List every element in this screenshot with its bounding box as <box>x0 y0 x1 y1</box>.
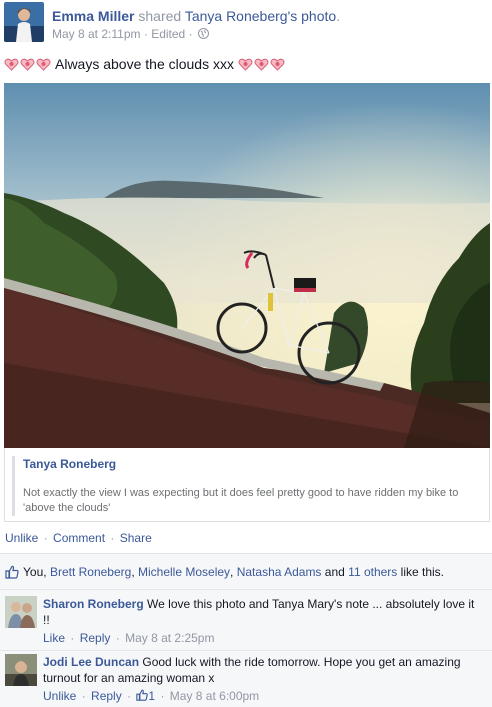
comment-meta: Like · Reply · May 8 at 2:25pm <box>43 630 483 646</box>
comment-like-link[interactable]: Like <box>43 631 65 645</box>
post-header-line: Emma Miller shared Tanya Roneberg's phot… <box>52 8 340 24</box>
action-separator: · <box>110 531 115 545</box>
comment-timestamp[interactable]: May 8 at 2:25pm <box>125 631 214 645</box>
likes-suffix: like this. <box>400 565 445 579</box>
header-period: . <box>336 8 341 24</box>
comment-meta: Unlike · Reply · 1 · May 8 at 6:00pm <box>43 688 483 704</box>
heart-emoji-group <box>4 57 51 72</box>
meta-separator: · <box>81 689 86 703</box>
heart-emoji-icon <box>270 57 285 72</box>
commenter-name-link[interactable]: Jodi Lee Duncan <box>43 655 139 669</box>
action-separator: · <box>43 531 48 545</box>
meta-separator: · <box>188 27 193 41</box>
comment-reply-link[interactable]: Reply <box>80 631 111 645</box>
shared-owner-link[interactable]: Tanya Roneberg's <box>185 8 297 24</box>
post-actions: Unlike · Comment · Share <box>5 531 152 545</box>
meta-separator: · <box>115 631 120 645</box>
commenter-avatar[interactable] <box>5 596 37 628</box>
thumbs-up-icon[interactable] <box>136 689 149 701</box>
meta-separator: · <box>160 689 165 703</box>
others-link[interactable]: 11 others <box>348 565 397 579</box>
liker-link[interactable]: Natasha Adams <box>237 565 322 579</box>
comment-body: Sharon Roneberg We love this photo and T… <box>43 596 483 646</box>
shared-note-box: Tanya Roneberg Not exactly the view I wa… <box>4 448 490 522</box>
comment-link[interactable]: Comment <box>53 531 105 545</box>
heart-emoji-group <box>238 57 285 72</box>
heart-emoji-icon <box>254 57 269 72</box>
edited-label[interactable]: Edited <box>151 27 185 41</box>
heart-emoji-icon <box>36 57 51 72</box>
author-name-link[interactable]: Emma Miller <box>52 8 134 24</box>
commenter-name-link[interactable]: Sharon Roneberg <box>43 597 144 611</box>
comment-like-count[interactable]: 1 <box>148 689 155 703</box>
comment-body: Jodi Lee Duncan Good luck with the ride … <box>43 654 483 704</box>
note-author-link[interactable]: Tanya Roneberg <box>23 456 482 472</box>
heart-emoji-icon <box>20 57 35 72</box>
note-text: Not exactly the view I was expecting but… <box>23 487 459 514</box>
status-text: Always above the clouds xxx <box>55 56 234 72</box>
likes-and: and <box>324 565 345 579</box>
meta-separator: · <box>143 27 148 41</box>
comment-reply-link[interactable]: Reply <box>91 689 122 703</box>
heart-emoji-icon <box>4 57 19 72</box>
meta-separator: · <box>70 631 75 645</box>
post-meta: May 8 at 2:11pm · Edited · <box>52 27 209 41</box>
liker-link[interactable]: Brett Roneberg <box>50 565 131 579</box>
post-timestamp[interactable]: May 8 at 2:11pm <box>52 27 141 41</box>
comment-timestamp[interactable]: May 8 at 6:00pm <box>170 689 259 703</box>
shared-word: shared <box>138 8 182 24</box>
liker-link[interactable]: Michelle Moseley <box>138 565 230 579</box>
globe-icon[interactable] <box>197 28 209 39</box>
unlike-link[interactable]: Unlike <box>5 531 38 545</box>
commenter-avatar[interactable] <box>5 654 37 686</box>
shared-photo[interactable] <box>4 83 490 448</box>
row-divider <box>0 589 492 590</box>
shared-note: Tanya Roneberg Not exactly the view I wa… <box>12 456 482 516</box>
feedback-section: You, Brett Roneberg, Michelle Moseley, N… <box>0 553 492 707</box>
likes-summary: You, Brett Roneberg, Michelle Moseley, N… <box>5 565 444 579</box>
post-header: Emma Miller shared Tanya Roneberg's phot… <box>4 2 488 44</box>
heart-emoji-icon <box>238 57 253 72</box>
author-avatar[interactable] <box>4 2 44 42</box>
comment-unlike-link[interactable]: Unlike <box>43 689 76 703</box>
shared-photo-link[interactable]: photo <box>301 8 336 24</box>
thumbs-up-icon <box>5 565 19 579</box>
meta-separator: · <box>127 689 132 703</box>
row-divider <box>0 650 492 651</box>
share-link[interactable]: Share <box>120 531 152 545</box>
post-status: Always above the clouds xxx <box>4 54 285 74</box>
likes-you: You, <box>23 565 47 579</box>
